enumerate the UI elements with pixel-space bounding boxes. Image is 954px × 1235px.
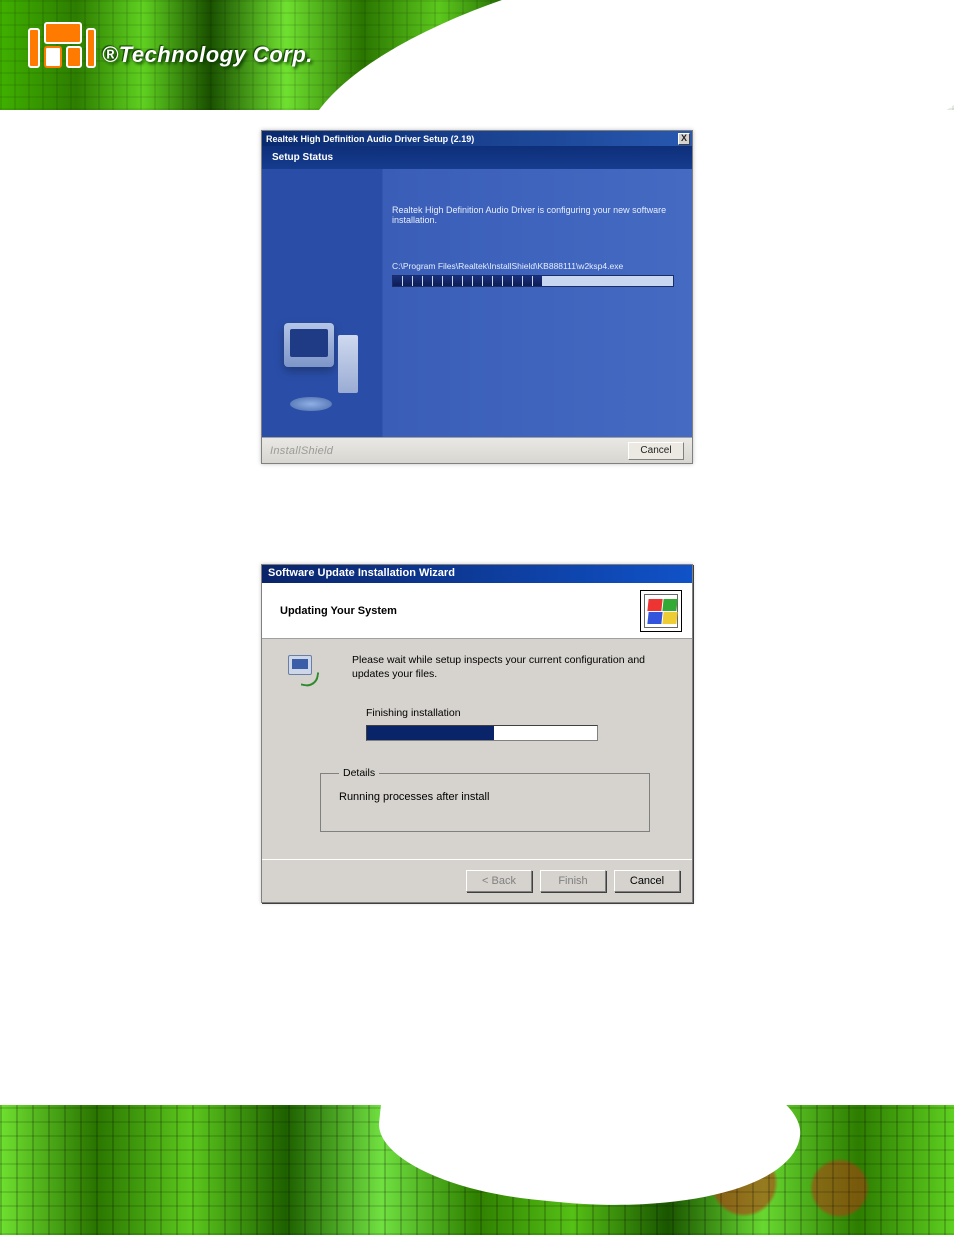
header-banner: ®Technology Corp. [0, 0, 954, 110]
dialog2-header-panel: Updating Your System [262, 583, 692, 639]
details-group: Details Running processes after install [320, 767, 650, 832]
dialog1-progress-bar [392, 275, 674, 287]
computer-refresh-icon [288, 655, 320, 687]
details-legend: Details [339, 767, 379, 779]
back-button[interactable]: < Back [466, 870, 532, 892]
dialog2-progress-bar [366, 725, 598, 741]
iei-logo-icon [28, 22, 96, 70]
windows-flag-icon [640, 590, 682, 632]
header-swoosh [279, 0, 954, 110]
close-icon[interactable]: X [678, 133, 690, 145]
dialog2-description: Please wait while setup inspects your cu… [352, 653, 674, 681]
dialog1-body: Realtek High Definition Audio Driver is … [262, 169, 692, 437]
dialog2-body: Please wait while setup inspects your cu… [262, 639, 692, 859]
installshield-brand-label: InstallShield [270, 445, 333, 457]
dialog1-path-text: C:\Program Files\Realtek\InstallShield\K… [392, 261, 674, 271]
dialog2-stage-text: Finishing installation [366, 707, 674, 719]
software-update-wizard-dialog: Software Update Installation Wizard Upda… [261, 564, 693, 903]
realtek-installshield-dialog: Realtek High Definition Audio Driver Set… [261, 130, 693, 464]
dialog1-status-text: Realtek High Definition Audio Driver is … [392, 205, 674, 225]
brand-text: ®Technology Corp. [102, 42, 313, 70]
dialog1-subheading: Setup Status [262, 146, 692, 169]
dialog1-footer: InstallShield Cancel [262, 437, 692, 463]
computer-illustration-icon [280, 317, 360, 407]
finish-button[interactable]: Finish [540, 870, 606, 892]
cancel-button[interactable]: Cancel [628, 442, 684, 460]
dialog2-heading: Updating Your System [280, 605, 397, 617]
details-text: Running processes after install [339, 791, 635, 803]
dialog2-titlebar: Software Update Installation Wizard [262, 565, 692, 583]
cancel-button[interactable]: Cancel [614, 870, 680, 892]
dialog1-title: Realtek High Definition Audio Driver Set… [266, 134, 474, 144]
company-logo-block: ®Technology Corp. [28, 22, 313, 70]
dialog1-titlebar: Realtek High Definition Audio Driver Set… [262, 131, 692, 146]
footer-swoosh [373, 1023, 807, 1226]
dialog2-title: Software Update Installation Wizard [268, 567, 455, 579]
dialog2-footer: < Back Finish Cancel [262, 859, 692, 902]
footer-banner [0, 1105, 954, 1235]
